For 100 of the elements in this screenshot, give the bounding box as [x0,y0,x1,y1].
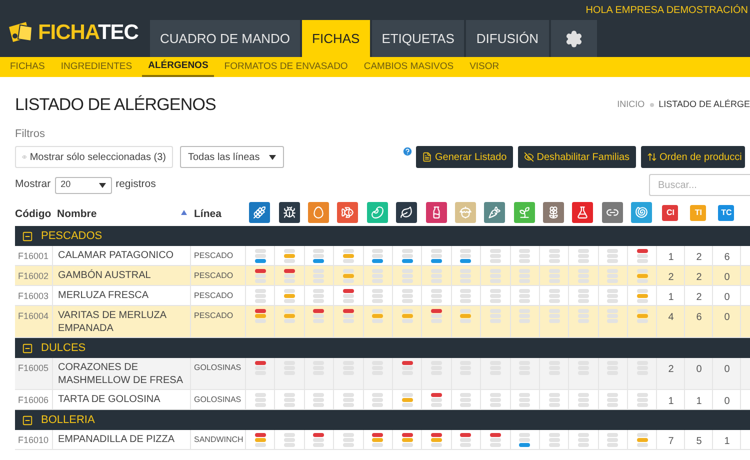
total-cell-text: 2 [696,271,702,285]
total-cell-text: 2 [668,271,674,285]
column-header[interactable]: Línea [190,207,245,223]
help-icon[interactable] [402,146,413,156]
total-cell-text: 0 [724,395,730,409]
page-size-value: 20 [60,178,71,192]
breadcrumb-item[interactable]: INICIO [617,98,645,112]
code-cell-text: F16004 [17,310,50,323]
group-header-row[interactable]: DULCES [15,338,750,358]
allergen-header-tile[interactable] [249,202,270,223]
subnav-link[interactable]: INGREDIENTES [54,57,138,77]
eye-slash-icon [524,152,534,162]
sprout-icon [518,206,531,219]
total-cell-text: 1 [724,435,730,449]
document-icon [422,152,432,162]
action-button[interactable]: Generar Listado [416,146,513,168]
name-cell: CALAMAR PATAGONICO [52,246,190,265]
subnav-link[interactable]: VISOR [464,57,506,77]
allergen-header-tile[interactable] [543,202,564,223]
total-cell-text: 0 [724,271,730,285]
subnav-link[interactable]: CAMBIOS MASIVOS [358,57,460,77]
code-cell-text: F16003 [17,290,50,303]
total-cell-text: 2 [668,363,674,377]
settings-icon [564,30,583,48]
collapse-icon[interactable] [22,414,33,426]
group-header-row[interactable]: BOLLERIA [15,410,750,430]
show-label: Mostrar [15,177,51,192]
total-header-badge[interactable]: CI [662,205,678,221]
subnav-link[interactable]: FORMATOS DE ENVASADO [218,57,354,77]
subnav-link[interactable]: FICHAS [4,57,51,77]
column-header[interactable]: Nombre [57,207,97,223]
sort-indicator-icon [181,210,187,215]
table-row[interactable]: F16005 CORAZONES DE MASHMELLOW DE FRESA GOLOSINAS 2 0 0 [15,358,750,390]
table-row[interactable]: F16010 EMPANADILLA DE PIZZA SANDWINCH 7 5 1 [15,430,750,450]
page-title: LISTADO DE ALÉRGENOS [15,94,216,116]
allergen-header-tile[interactable] [454,202,476,223]
table-row[interactable]: F16003 MERLUZA FRESCA PESCADO 1 2 0 [15,286,750,306]
collapse-icon[interactable] [22,342,33,354]
page-size-select[interactable]: 20 [54,176,112,194]
allergen-header-tile[interactable] [514,202,535,223]
nav-tab[interactable]: ETIQUETAS [372,20,464,57]
name-cell: MERLUZA FRESCA [52,286,190,305]
nav-tab[interactable]: FICHAS [302,20,370,57]
shell-icon [635,206,648,219]
line-cell: GOLOSINAS [190,358,245,389]
name-cell: GAMBÓN AUSTRAL [52,266,190,285]
wheat-icon [253,206,266,219]
total-cell-text: 6 [724,251,730,265]
code-cell-text: F16005 [17,362,50,375]
line-cell: PESCADO [190,266,245,285]
table-row[interactable]: F16006 TARTA DE GOLOSINA GOLOSINAS 1 1 0 [15,390,750,410]
name-cell: CORAZONES DE MASHMELLOW DE FRESA [52,358,190,389]
nav-tab[interactable]: CUADRO DE MANDO [150,20,300,57]
line-cell: PESCADO [190,306,245,337]
total-cell-text: 0 [696,363,702,377]
nav-tab[interactable]: DIFUSIÓN [466,20,549,57]
flask-icon [576,206,590,219]
allergen-header-tile[interactable] [426,202,447,223]
allergen-header-tile[interactable] [308,202,329,223]
column-header[interactable]: Código [15,207,52,223]
flower-icon [547,206,560,219]
allergen-header-tile[interactable] [602,202,623,223]
table-row[interactable]: F16004 VARITAS DE MERLUZA EMPANADA PESCADO 4 6 0 [15,306,750,338]
allergen-header-tile[interactable] [366,202,388,223]
group-header-row[interactable]: PESCADOS [15,226,750,246]
search-field[interactable]: Buscar... [649,174,750,196]
allergen-header-tile[interactable] [337,202,358,223]
line-select[interactable]: Todas las líneas [180,146,284,168]
breadcrumb-item: LISTADO DE ALÉRGE [658,98,750,111]
line-cell: SANDWINCH [190,430,245,449]
code-cell-text: F16006 [17,394,50,407]
allergen-header-tile[interactable] [484,202,506,223]
caret-icon [269,154,276,160]
table-row[interactable]: F16001 CALAMAR PATAGONICO PESCADO 1 2 6 [15,246,750,266]
bug-icon [282,206,296,219]
action-button[interactable]: Deshabilitar Familias [518,146,636,168]
name-cell: VARITAS DE MERLUZA EMPANADA [52,306,190,337]
total-cell-text: 0 [724,291,730,305]
allergen-header-tile[interactable] [631,202,652,223]
total-cell-text: 7 [668,435,674,449]
total-cell-text: 1 [668,291,674,305]
nut-icon [458,206,472,219]
settings-tab[interactable] [550,20,597,57]
total-cell-text: 4 [668,311,674,325]
greeting-text: HOLA EMPRESA DEMOSTRACIÓN [586,3,748,18]
action-button[interactable]: Orden de producci [640,146,745,168]
allergen-header-tile[interactable] [396,202,418,223]
total-cell-text: 5 [696,435,702,449]
group-name: BOLLERIA [41,412,95,428]
total-cell-text: 1 [668,395,674,409]
allergen-header-tile[interactable] [278,202,300,223]
group-name: DULCES [41,340,86,356]
code-cell-text: F16002 [17,270,50,283]
logo-text: FICHATEC [38,20,138,46]
show-selected-button[interactable]: Mostrar sólo seleccionadas (3) [15,146,173,168]
allergen-header-tile[interactable] [572,202,594,223]
collapse-icon[interactable] [22,230,33,242]
subnav-link[interactable]: ALÉRGENOS [142,57,214,77]
total-cell-text: 2 [696,251,702,265]
table-row[interactable]: F16002 GAMBÓN AUSTRAL PESCADO 2 2 0 [15,266,750,286]
